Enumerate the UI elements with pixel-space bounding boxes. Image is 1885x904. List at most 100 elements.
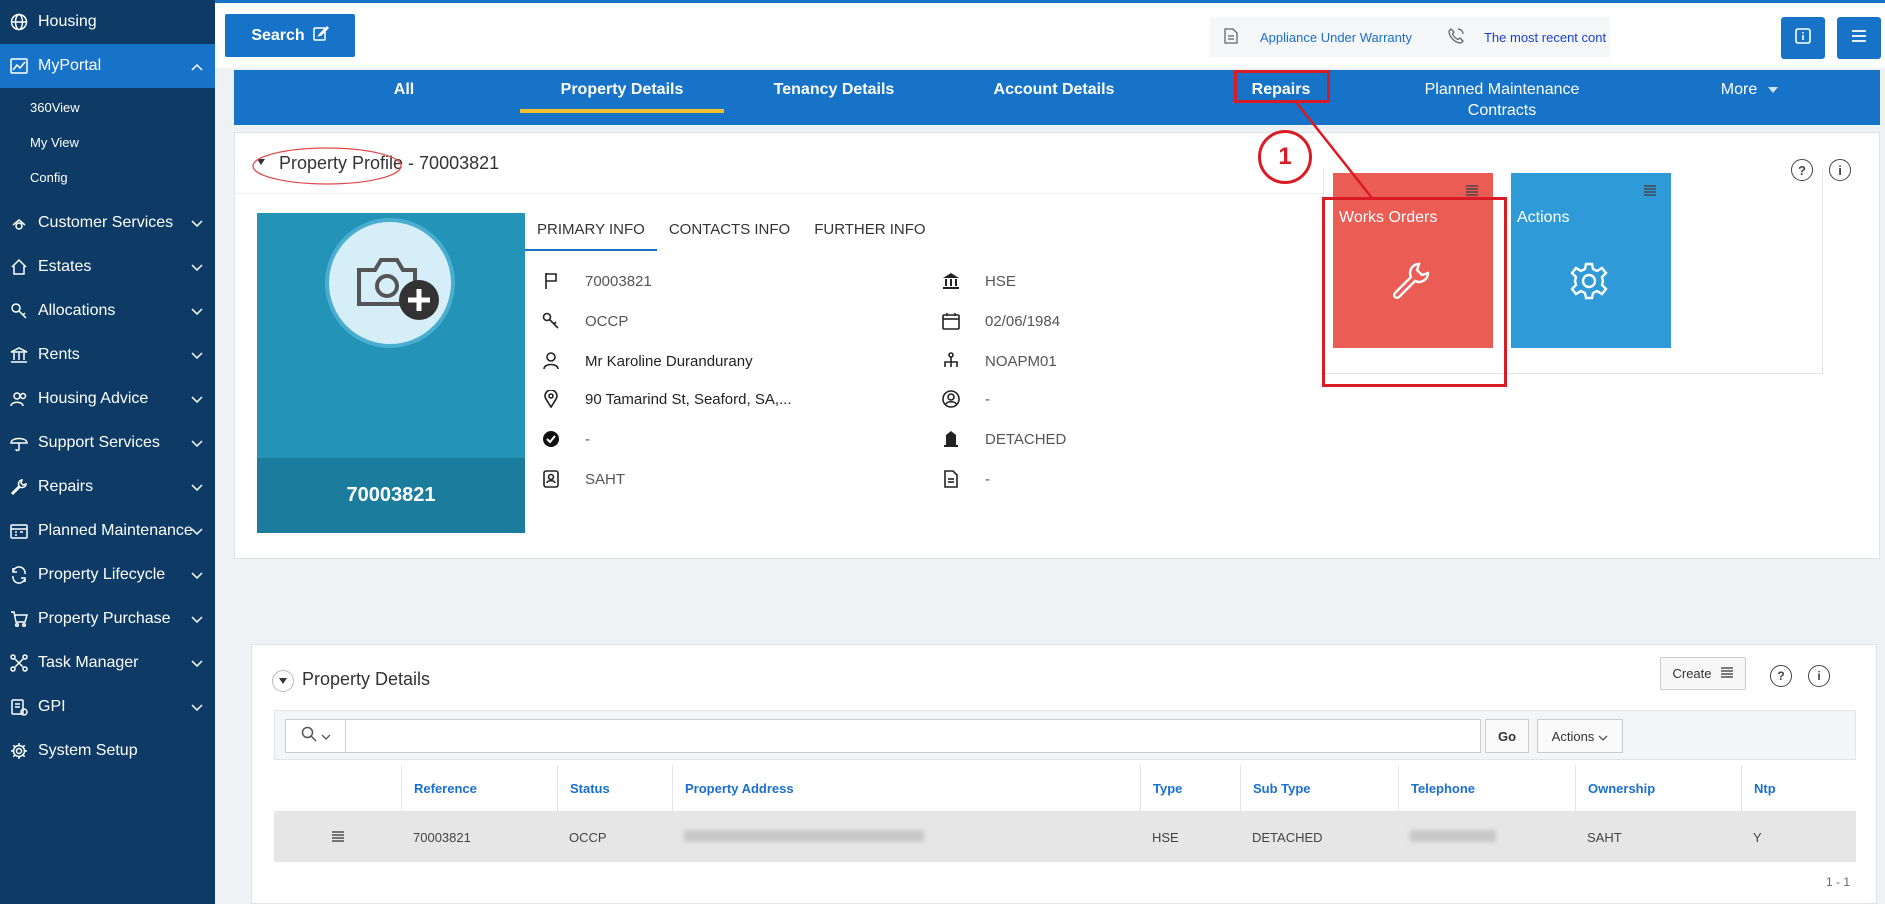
column-header-telephone[interactable]: Telephone [1398, 764, 1575, 812]
sidebar-item-repairs[interactable]: Repairs [0, 465, 215, 509]
tab-planned-maintenance-contracts[interactable]: Planned Maintenance Contracts [1414, 70, 1590, 125]
row-actions-menu[interactable] [274, 830, 401, 845]
info-tenant: Mr Karoline Durandurany [541, 351, 753, 371]
menu-toggle-button[interactable] [1837, 17, 1881, 59]
sidebar-item-label: Housing Advice [38, 390, 149, 407]
sidebar-item-customer-services[interactable]: Customer Services [0, 201, 215, 245]
tab-label: Account Details [993, 81, 1115, 98]
info-icon [1795, 27, 1811, 49]
tab-all[interactable]: All [364, 70, 444, 125]
cell-reference: 70003821 [413, 829, 471, 845]
tab-more[interactable]: More [1700, 70, 1800, 125]
add-photo-button[interactable] [325, 218, 455, 348]
bank-icon [941, 271, 961, 291]
cell-ntp: Y [1753, 829, 1762, 845]
info-document: - [941, 469, 990, 489]
property-photo-card[interactable]: 70003821 [257, 213, 525, 533]
chevron-down-icon [191, 303, 203, 321]
grid-search-field[interactable] [285, 719, 1481, 753]
chevron-down-icon [191, 567, 203, 585]
column-header-reference[interactable]: Reference [401, 764, 557, 812]
portal-icon [8, 55, 30, 77]
column-header-type[interactable]: Type [1140, 764, 1240, 812]
tab-property-details[interactable]: Property Details [520, 70, 724, 125]
chevron-down-icon [1598, 729, 1608, 744]
sidebar-item-property-lifecycle[interactable]: Property Lifecycle [0, 553, 215, 597]
info-check: - [541, 429, 590, 449]
sidebar-item-support-services[interactable]: Support Services [0, 421, 215, 465]
go-button[interactable]: Go [1485, 719, 1529, 753]
cart-icon [8, 608, 30, 630]
create-button[interactable]: Create [1660, 657, 1746, 690]
subtab-primary-info[interactable]: PRIMARY INFO [525, 211, 657, 251]
sidebar-item-label: Estates [38, 258, 92, 275]
annotation-highlight-repairs [1234, 70, 1330, 103]
actions-menu-button[interactable]: Actions [1537, 719, 1623, 753]
cell-ownership: SAHT [1587, 829, 1622, 845]
sidebar-item-label: Allocations [38, 302, 116, 319]
hamburger-icon[interactable] [1643, 183, 1657, 201]
sidebar-item-housing-advice[interactable]: Housing Advice [0, 377, 215, 421]
ticker-item[interactable]: Appliance Under Warranty [1224, 27, 1412, 47]
sidebar-item-system-setup[interactable]: System Setup [0, 729, 215, 773]
house-icon [941, 429, 961, 449]
caret-down-icon [1767, 79, 1779, 100]
tab-label: Planned Maintenance Contracts [1424, 81, 1580, 119]
info-icon[interactable]: i [1829, 159, 1851, 181]
subtab-further-info[interactable]: FURTHER INFO [802, 211, 937, 251]
annotation-ellipse [252, 147, 402, 185]
property-details-region: Property Details Create ? i Go Actions R… [251, 644, 1877, 904]
help-icon[interactable]: ? [1770, 665, 1792, 687]
info-value: Mr Karoline Durandurany [585, 352, 753, 370]
info-icon[interactable]: i [1808, 665, 1830, 687]
location-pin-icon [541, 389, 561, 409]
info-patch: NOAPM01 [941, 351, 1057, 371]
sidebar-item-housing[interactable]: Housing [0, 0, 215, 44]
sidebar-item-rents[interactable]: Rents [0, 333, 215, 377]
column-header-property-address[interactable]: Property Address [672, 764, 1140, 812]
divider [235, 193, 1323, 194]
home-icon [8, 256, 30, 278]
search-column-selector[interactable] [286, 720, 346, 752]
info-type: HSE [941, 271, 1016, 291]
sidebar-subitem-config[interactable]: Config [0, 160, 215, 195]
user-circle-icon [941, 389, 961, 409]
collapse-toggle-icon[interactable] [272, 670, 294, 692]
info-contact: - [941, 389, 990, 409]
top-bar: Search Appliance Under Warranty The most… [215, 0, 1885, 68]
sidebar-item-gpi[interactable]: GPI [0, 685, 215, 729]
sidebar-item-estates[interactable]: Estates [0, 245, 215, 289]
sidebar-item-myportal[interactable]: MyPortal [0, 44, 215, 88]
sidebar-submenu: 360View My View Config [0, 88, 215, 201]
column-header-ntp[interactable]: Ntp [1741, 764, 1856, 812]
document-icon [941, 469, 961, 489]
info-toggle-button[interactable] [1781, 17, 1825, 59]
search-button-label: Search [251, 26, 305, 44]
sidebar-item-label: Customer Services [38, 214, 174, 231]
sidebar-item-label: Property Lifecycle [38, 566, 166, 583]
subtab-contacts-info[interactable]: CONTACTS INFO [657, 211, 802, 251]
sidebar-subitem-my-view[interactable]: My View [0, 125, 215, 160]
sidebar-item-allocations[interactable]: Allocations [0, 289, 215, 333]
sidebar-item-label: Housing [38, 13, 97, 30]
tab-account-details[interactable]: Account Details [964, 70, 1144, 125]
info-status: OCCP [541, 311, 628, 331]
chevron-down-icon [191, 347, 203, 365]
sidebar-item-property-purchase[interactable]: Property Purchase [0, 597, 215, 641]
actions-tile[interactable]: Actions [1511, 173, 1671, 348]
info-value: NOAPM01 [985, 352, 1057, 370]
sidebar-item-task-manager[interactable]: Task Manager [0, 641, 215, 685]
network-icon [8, 652, 30, 674]
search-button[interactable]: Search [225, 14, 355, 57]
info-value: - [985, 390, 990, 408]
column-header-sub-type[interactable]: Sub Type [1240, 764, 1398, 812]
column-header-ownership[interactable]: Ownership [1575, 764, 1741, 812]
tab-tenancy-details[interactable]: Tenancy Details [744, 70, 924, 125]
sidebar-item-planned-maintenance[interactable]: Planned Maintenance [0, 509, 215, 553]
key-icon [8, 300, 30, 322]
ticker-item[interactable]: The most recent cont [1448, 27, 1606, 47]
table-row[interactable]: 70003821 OCCP HSE DETACHED SAHT Y [274, 812, 1856, 862]
sidebar-subitem-360view[interactable]: 360View [0, 90, 215, 125]
column-header-status[interactable]: Status [557, 764, 672, 812]
create-button-label: Create [1672, 666, 1712, 681]
